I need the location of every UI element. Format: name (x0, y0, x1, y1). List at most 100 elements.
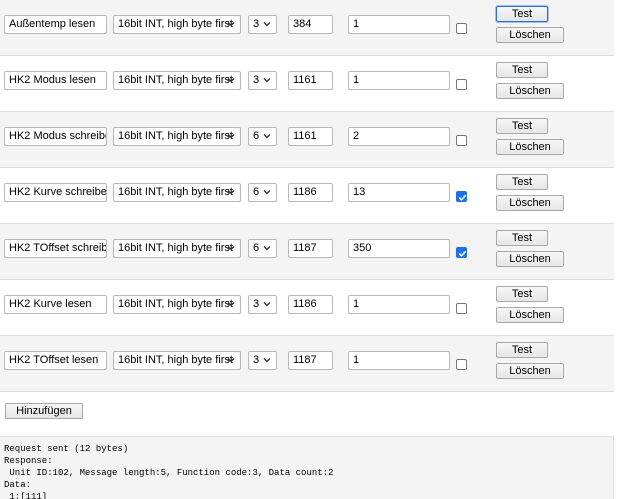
modbus-register-editor: Außentemp lesen 16bit INT, high byte firs… (0, 0, 622, 499)
chevron-down-icon (227, 134, 235, 139)
register-name-input[interactable]: HK2 Kurve schreiben (4, 183, 107, 202)
data-type-value: 16bit INT, high byte first (118, 130, 233, 142)
value-input[interactable]: 350 (348, 239, 450, 258)
data-type-value: 16bit INT, high byte first (118, 186, 233, 198)
function-code-select[interactable]: 6 (248, 127, 277, 146)
register-name-input[interactable]: HK2 Kurve lesen (4, 295, 107, 314)
add-button[interactable]: Hinzufügen (5, 403, 83, 419)
data-type-select[interactable]: 16bit INT, high byte first (113, 295, 241, 314)
function-code-value: 6 (253, 186, 260, 198)
function-code-value: 3 (253, 298, 260, 310)
value-input[interactable]: 1 (348, 71, 450, 90)
test-button[interactable]: Test (496, 286, 548, 302)
enable-checkbox[interactable] (456, 79, 467, 90)
enable-checkbox[interactable] (456, 359, 467, 370)
enable-checkbox[interactable] (456, 247, 467, 258)
data-type-value: 16bit INT, high byte first (118, 18, 233, 30)
function-code-select[interactable]: 3 (248, 71, 277, 90)
address-input[interactable]: 1186 (288, 295, 333, 314)
register-row: HK2 TOffset lesen 16bit INT, high byte fi… (0, 336, 614, 392)
delete-button[interactable]: Löschen (496, 83, 564, 99)
register-row: HK2 Modus schreiben 0 16bit INT, high byt… (0, 112, 614, 168)
data-type-value: 16bit INT, high byte first (118, 298, 233, 310)
chevron-down-icon (227, 78, 235, 83)
data-type-select[interactable]: 16bit INT, high byte first (113, 15, 241, 34)
delete-button[interactable]: Löschen (496, 139, 564, 155)
data-type-value: 16bit INT, high byte first (118, 74, 233, 86)
function-code-value: 6 (253, 242, 260, 254)
function-code-select[interactable]: 3 (248, 15, 277, 34)
data-type-select[interactable]: 16bit INT, high byte first (113, 239, 241, 258)
function-code-select[interactable]: 6 (248, 239, 277, 258)
function-code-value: 6 (253, 130, 260, 142)
console-line: Data: (4, 480, 32, 490)
address-input[interactable]: 1161 (288, 71, 333, 90)
value-input[interactable]: 1 (348, 351, 450, 370)
function-code-value: 3 (253, 354, 260, 366)
chevron-down-icon (263, 302, 271, 307)
chevron-down-icon (227, 246, 235, 251)
test-button[interactable]: Test (496, 118, 548, 134)
register-name-input[interactable]: HK2 Modus lesen (4, 71, 107, 90)
data-type-select[interactable]: 16bit INT, high byte first (113, 183, 241, 202)
chevron-down-icon (263, 78, 271, 83)
chevron-down-icon (263, 190, 271, 195)
register-name-input[interactable]: HK2 TOffset lesen (4, 351, 107, 370)
function-code-value: 3 (253, 74, 260, 86)
value-input[interactable]: 1 (348, 295, 450, 314)
register-row: HK2 TOffset schreiben 16bit INT, high byt… (0, 224, 614, 280)
address-input[interactable]: 1187 (288, 351, 333, 370)
address-input[interactable]: 1186 (288, 183, 333, 202)
address-input[interactable]: 1187 (288, 239, 333, 258)
test-button[interactable]: Test (496, 6, 548, 22)
test-button[interactable]: Test (496, 174, 548, 190)
register-row: HK2 Kurve lesen 16bit INT, high byte firs… (0, 280, 614, 336)
register-row: HK2 Kurve schreiben 16bit INT, high byte … (0, 168, 614, 224)
chevron-down-icon (227, 22, 235, 27)
chevron-down-icon (263, 246, 271, 251)
enable-checkbox[interactable] (456, 191, 467, 202)
address-input[interactable]: 384 (288, 15, 333, 34)
enable-checkbox[interactable] (456, 303, 467, 314)
function-code-value: 3 (253, 18, 260, 30)
response-console: Request sent (12 bytes) Response: Unit ID… (0, 436, 614, 499)
enable-checkbox[interactable] (456, 23, 467, 34)
chevron-down-icon (263, 358, 271, 363)
enable-checkbox[interactable] (456, 135, 467, 146)
chevron-down-icon (227, 190, 235, 195)
register-name-input[interactable]: HK2 TOffset schreiben (4, 239, 107, 258)
data-type-select[interactable]: 16bit INT, high byte first (113, 351, 241, 370)
function-code-select[interactable]: 6 (248, 183, 277, 202)
console-line: 1:[111] (4, 492, 48, 499)
checkmark-icon (458, 250, 467, 257)
data-type-select[interactable]: 16bit INT, high byte first (113, 127, 241, 146)
delete-button[interactable]: Löschen (496, 195, 564, 211)
console-line: Request sent (12 bytes) (4, 444, 129, 454)
data-type-value: 16bit INT, high byte first (118, 354, 233, 366)
register-row: HK2 Modus lesen 16bit INT, high byte firs… (0, 56, 614, 112)
delete-button[interactable]: Löschen (496, 251, 564, 267)
address-input[interactable]: 1161 (288, 127, 333, 146)
value-input[interactable]: 13 (348, 183, 450, 202)
function-code-select[interactable]: 3 (248, 295, 277, 314)
test-button[interactable]: Test (496, 230, 548, 246)
console-line: Response: (4, 456, 53, 466)
delete-button[interactable]: Löschen (496, 363, 564, 379)
data-type-value: 16bit INT, high byte first (118, 242, 233, 254)
delete-button[interactable]: Löschen (496, 307, 564, 323)
chevron-down-icon (227, 302, 235, 307)
chevron-down-icon (263, 22, 271, 27)
chevron-down-icon (227, 358, 235, 363)
chevron-down-icon (263, 134, 271, 139)
data-type-select[interactable]: 16bit INT, high byte first (113, 71, 241, 90)
test-button[interactable]: Test (496, 342, 548, 358)
value-input[interactable]: 1 (348, 15, 450, 34)
register-row: Außentemp lesen 16bit INT, high byte firs… (0, 0, 614, 56)
function-code-select[interactable]: 3 (248, 351, 277, 370)
test-button[interactable]: Test (496, 62, 548, 78)
checkmark-icon (458, 194, 467, 201)
register-name-input[interactable]: HK2 Modus schreiben 0 (4, 127, 107, 146)
delete-button[interactable]: Löschen (496, 27, 564, 43)
value-input[interactable]: 2 (348, 127, 450, 146)
register-name-input[interactable]: Außentemp lesen (4, 15, 107, 34)
